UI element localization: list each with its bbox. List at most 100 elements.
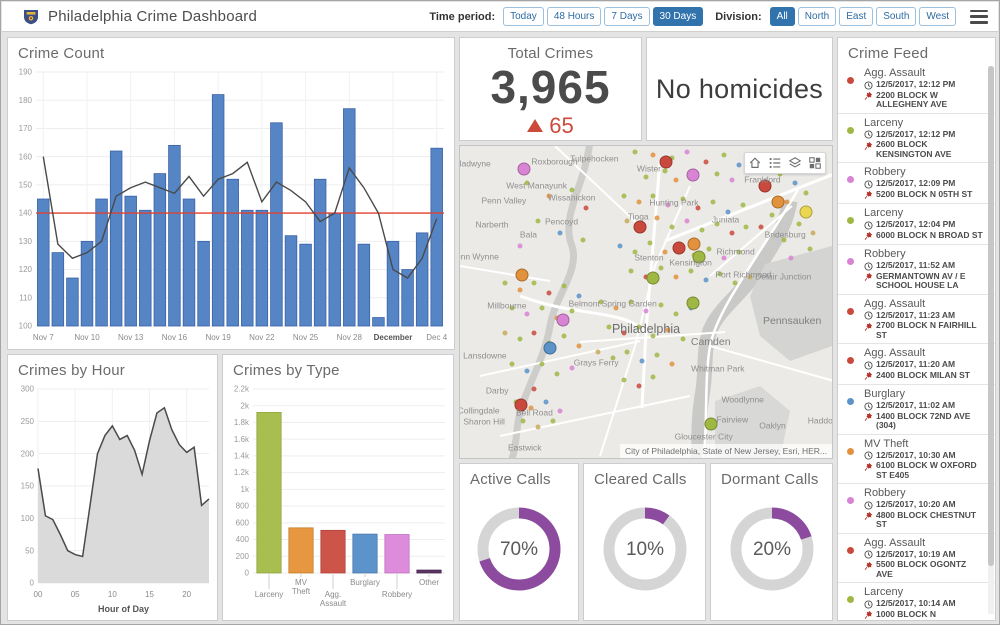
crime-location-dot[interactable] [651, 334, 656, 339]
crime-map-panel[interactable]: GladwyneRoxboroughTulpehockenWisterWest … [459, 145, 833, 459]
crime-location-dot[interactable] [502, 331, 507, 336]
feed-item[interactable]: Agg. Assault12/5/2017, 11:20 AM2400 BLOC… [838, 343, 995, 384]
crime-location-dot[interactable] [632, 250, 637, 255]
crime-count-bar[interactable] [212, 95, 224, 326]
crime-location-dot[interactable] [532, 331, 537, 336]
crime-count-bar[interactable] [373, 318, 385, 326]
crime-location-dot[interactable] [502, 281, 507, 286]
crime-location-dot[interactable] [536, 424, 541, 429]
legend-icon[interactable] [768, 156, 782, 170]
crime-location-dot[interactable] [737, 250, 742, 255]
crime-location-dot[interactable] [543, 399, 548, 404]
crime-location-dot[interactable] [770, 212, 775, 217]
crime-location-dot[interactable] [658, 303, 663, 308]
crime-location-dot[interactable] [722, 153, 727, 158]
division-button-west[interactable]: West [919, 7, 956, 26]
crime-location-dot[interactable] [610, 356, 615, 361]
crimes-by-type-chart[interactable]: 02004006008001k1.2k1.4k1.6k1.8k2k2.2kLar… [223, 381, 453, 619]
feed-item[interactable]: Larceny12/5/2017, 12:04 PM6000 BLOCK N B… [838, 203, 995, 244]
type-bar-burglary[interactable] [353, 534, 377, 573]
crime-location-dot[interactable] [584, 206, 589, 211]
crime-count-bar[interactable] [256, 210, 268, 326]
crime-location-dot[interactable] [703, 159, 708, 164]
feed-scrollbar-thumb[interactable] [988, 66, 994, 566]
feed-item[interactable]: Agg. Assault12/5/2017, 12:12 PM2200 BLOC… [838, 64, 995, 113]
crime-count-bar[interactable] [198, 241, 210, 326]
crime-location-dot[interactable] [510, 306, 515, 311]
time-period-button-today[interactable]: Today [503, 7, 544, 26]
crime-location-dot[interactable] [684, 150, 689, 155]
feed-item[interactable]: Robbery12/5/2017, 10:20 AM4800 BLOCK CHE… [838, 483, 995, 533]
crime-location-dot[interactable] [640, 359, 645, 364]
crime-count-bar[interactable] [343, 109, 355, 326]
crime-location-dot[interactable] [625, 218, 630, 223]
crime-location-dot[interactable] [651, 153, 656, 158]
crime-location-dot[interactable] [655, 353, 660, 358]
crime-location-dot[interactable] [740, 203, 745, 208]
crime-count-bar[interactable] [37, 199, 49, 326]
crime-location-dot[interactable] [644, 309, 649, 314]
crime-count-bar[interactable] [183, 199, 195, 326]
crime-cluster-marker[interactable] [686, 296, 699, 309]
crime-location-dot[interactable] [569, 365, 574, 370]
crime-location-dot[interactable] [558, 409, 563, 414]
crime-location-dot[interactable] [647, 240, 652, 245]
type-bar-other[interactable] [417, 570, 441, 573]
crime-count-bar[interactable] [271, 123, 283, 326]
crime-location-dot[interactable] [733, 281, 738, 286]
crime-count-bar[interactable] [285, 236, 297, 326]
crime-location-dot[interactable] [699, 228, 704, 233]
crime-location-dot[interactable] [744, 225, 749, 230]
crime-location-dot[interactable] [673, 178, 678, 183]
crime-location-dot[interactable] [636, 200, 641, 205]
feed-item[interactable]: Agg. Assault12/5/2017, 10:19 AM5500 BLOC… [838, 533, 995, 583]
division-button-east[interactable]: East [839, 7, 873, 26]
hour-area[interactable] [38, 408, 209, 583]
crime-location-dot[interactable] [636, 384, 641, 389]
crime-count-bar[interactable] [300, 244, 312, 326]
crime-cluster-marker[interactable] [544, 342, 557, 355]
crime-location-dot[interactable] [625, 349, 630, 354]
crime-location-dot[interactable] [811, 231, 816, 236]
crime-count-bar[interactable] [241, 210, 253, 326]
crime-count-bar[interactable] [431, 148, 443, 326]
crime-count-bar[interactable] [125, 196, 137, 326]
crime-location-dot[interactable] [547, 193, 552, 198]
type-bar-robbery[interactable] [385, 535, 409, 573]
feed-item[interactable]: Agg. Assault12/5/2017, 11:23 AM2700 BLOC… [838, 294, 995, 344]
crime-cluster-marker[interactable] [672, 242, 685, 255]
feed-item[interactable]: MV Theft12/5/2017, 10:30 AM6100 BLOCK W … [838, 434, 995, 484]
crime-count-bar[interactable] [329, 213, 341, 326]
crime-location-dot[interactable] [718, 271, 723, 276]
crime-location-dot[interactable] [621, 193, 626, 198]
crime-cluster-marker[interactable] [799, 205, 812, 218]
crime-location-dot[interactable] [558, 231, 563, 236]
crime-count-bar[interactable] [52, 253, 64, 326]
crime-location-dot[interactable] [673, 275, 678, 280]
crime-location-dot[interactable] [569, 309, 574, 314]
feed-item[interactable]: Larceny12/5/2017, 10:14 AM1000 BLOCK N D… [838, 582, 995, 620]
crime-location-dot[interactable] [722, 256, 727, 261]
crime-count-bar[interactable] [314, 179, 326, 326]
basemap-icon[interactable] [788, 156, 802, 170]
crime-location-dot[interactable] [536, 218, 541, 223]
crime-location-dot[interactable] [796, 222, 801, 227]
crime-location-dot[interactable] [595, 349, 600, 354]
crime-location-dot[interactable] [629, 300, 634, 305]
feed-item[interactable]: Larceny12/5/2017, 12:12 PM2600 BLOCK KEN… [838, 113, 995, 163]
crime-cluster-marker[interactable] [687, 237, 700, 250]
crime-location-dot[interactable] [670, 362, 675, 367]
crime-cluster-marker[interactable] [557, 314, 570, 327]
home-icon[interactable] [748, 156, 762, 170]
crime-location-dot[interactable] [562, 334, 567, 339]
crime-location-dot[interactable] [696, 206, 701, 211]
crime-cluster-marker[interactable] [686, 168, 699, 181]
crime-location-dot[interactable] [606, 324, 611, 329]
crime-count-bar[interactable] [139, 210, 151, 326]
feed-item[interactable]: Burglary12/5/2017, 11:02 AM1400 BLOCK 72… [838, 384, 995, 434]
crime-count-bar[interactable] [227, 179, 239, 326]
crime-location-dot[interactable] [748, 275, 753, 280]
crime-cluster-marker[interactable] [772, 195, 785, 208]
crime-location-dot[interactable] [651, 374, 656, 379]
crime-location-dot[interactable] [670, 225, 675, 230]
